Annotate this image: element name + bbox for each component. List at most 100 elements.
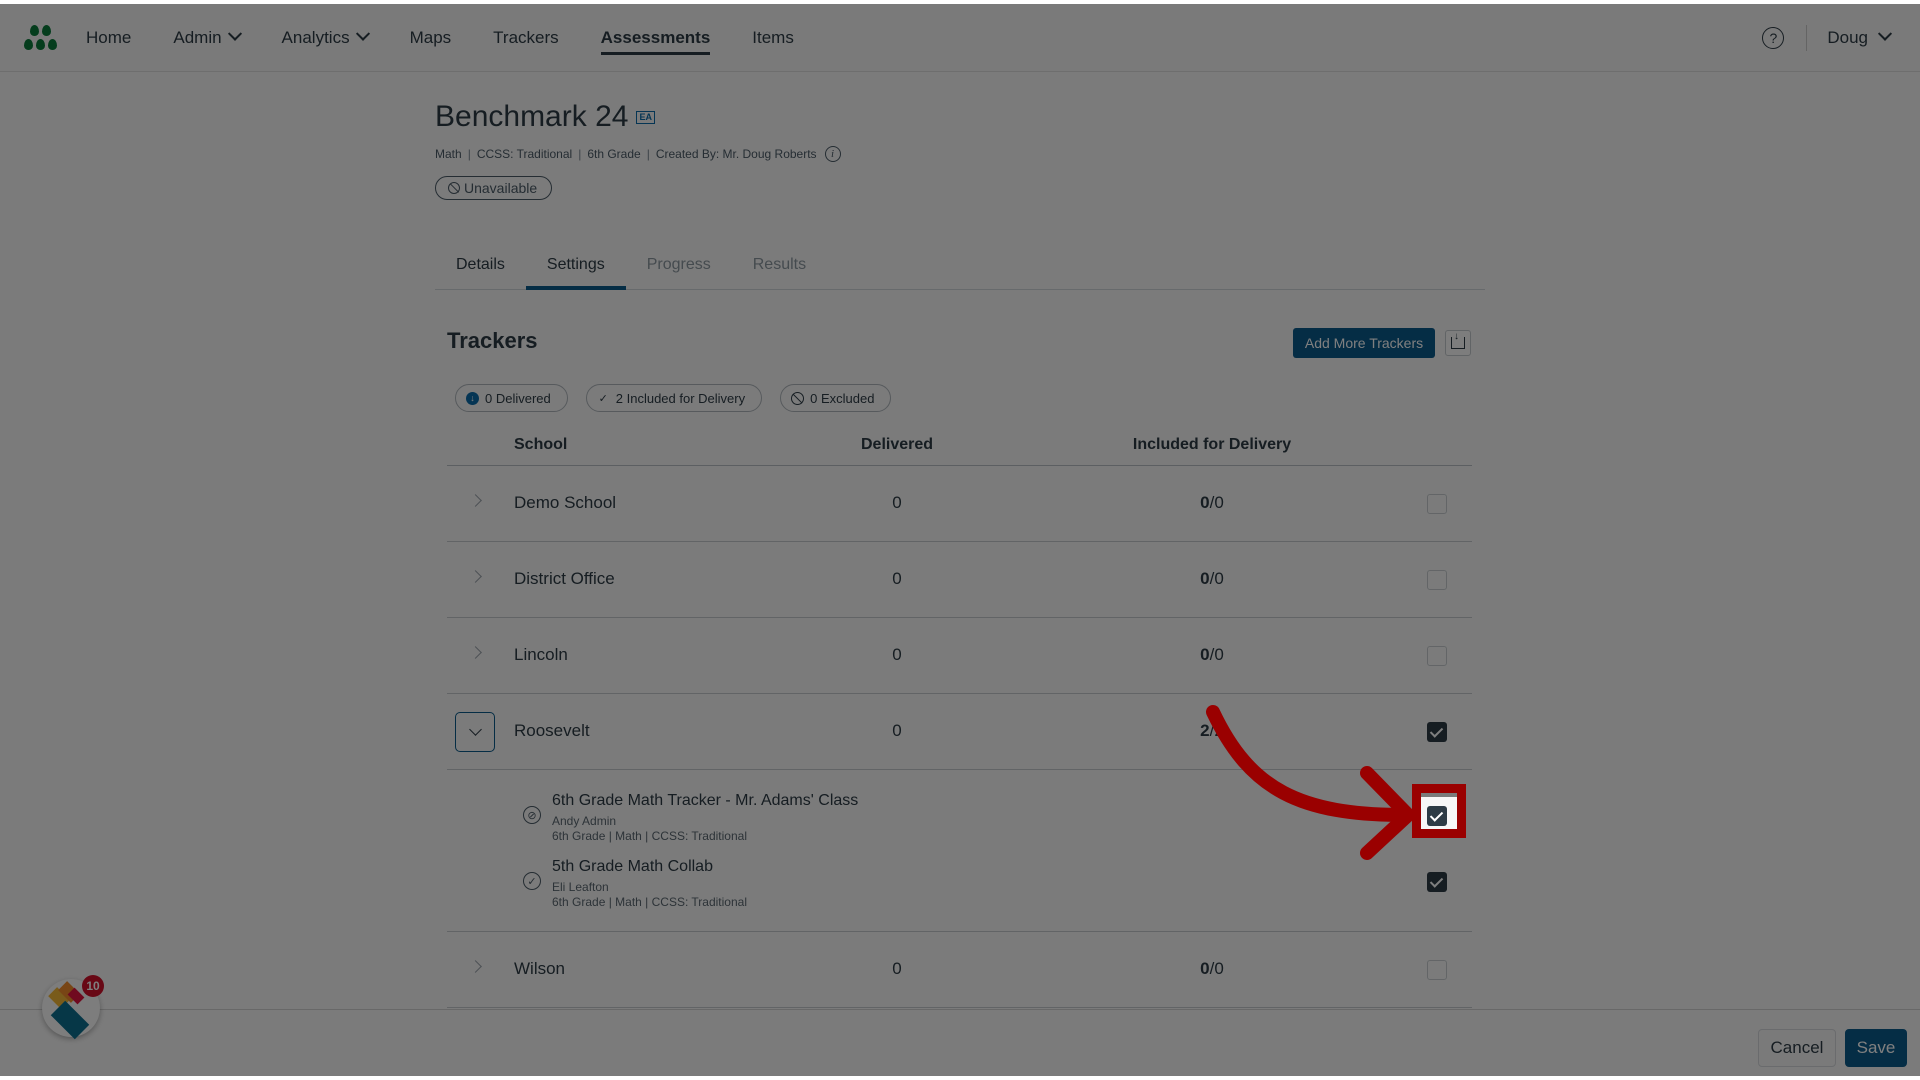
delivered-count: 0 xyxy=(892,959,902,978)
app-frame: Home Admin Analytics Maps Trackers Asses… xyxy=(0,4,1920,1076)
delivered-count: 0 xyxy=(892,645,902,664)
column-school: School xyxy=(514,436,568,453)
included-count: 0 xyxy=(1200,959,1210,978)
collapse-button[interactable] xyxy=(455,712,495,752)
table-row: Demo School 0 0/0 xyxy=(447,466,1472,542)
delivered-count: 0 xyxy=(892,721,902,740)
nav-analytics[interactable]: Analytics xyxy=(281,4,370,71)
tracker-item: ✓ 5th Grade Math Collab Eli Leafton 6th … xyxy=(447,858,1472,924)
include-checkbox[interactable] xyxy=(1427,960,1447,980)
nav-maps[interactable]: Maps xyxy=(410,4,452,71)
tabs: Details Settings Progress Results xyxy=(435,242,1485,290)
ban-icon xyxy=(791,391,805,405)
nav-home[interactable]: Home xyxy=(86,4,131,71)
chevron-right-icon[interactable] xyxy=(469,960,482,973)
widget-logo-shape xyxy=(50,1000,90,1040)
roosevelt-trackers: ⊘ 6th Grade Math Tracker - Mr. Adams' Cl… xyxy=(447,770,1472,932)
trackers-table: School Delivered Included for Delivery D… xyxy=(447,422,1472,1008)
nav-admin-label: Admin xyxy=(173,27,222,47)
column-included: Included for Delivery xyxy=(1132,436,1292,453)
nav-trackers[interactable]: Trackers xyxy=(493,4,559,71)
nav-trackers-label: Trackers xyxy=(493,27,559,47)
help-icon[interactable]: ? xyxy=(1762,26,1785,49)
chevron-down-icon xyxy=(227,26,242,41)
tab-details[interactable]: Details xyxy=(435,242,526,288)
nav-assessments[interactable]: Assessments xyxy=(600,4,711,71)
nav-analytics-label: Analytics xyxy=(281,27,350,47)
nav-items[interactable]: Items xyxy=(752,4,794,71)
user-menu[interactable]: Doug xyxy=(1827,26,1893,48)
include-checkbox[interactable] xyxy=(1427,646,1447,666)
included-total: /0 xyxy=(1209,569,1224,588)
cancel-button[interactable]: Cancel xyxy=(1758,1029,1836,1067)
meta-grade: 6th Grade xyxy=(587,147,641,161)
add-more-trackers-button[interactable]: Add More Trackers xyxy=(1293,328,1435,358)
chevron-down-icon xyxy=(1877,26,1893,41)
filter-label: 2 Included for Delivery xyxy=(615,390,746,406)
school-name: Wilson xyxy=(514,959,566,978)
tracker-item: ⊘ 6th Grade Math Tracker - Mr. Adams' Cl… xyxy=(447,792,1472,858)
notification-badge: 10 xyxy=(82,975,104,997)
meta-separator: | xyxy=(646,147,650,161)
trackers-heading: Trackers xyxy=(447,328,538,353)
include-checkbox[interactable] xyxy=(1427,570,1447,590)
help-widget[interactable]: 10 xyxy=(42,975,104,1040)
filter-label: 0 Delivered xyxy=(485,390,551,406)
filter-excluded[interactable]: 0 Excluded xyxy=(780,384,892,412)
tab-results[interactable]: Results xyxy=(732,242,827,288)
tab-progress[interactable]: Progress xyxy=(626,242,732,288)
tab-settings[interactable]: Settings xyxy=(525,242,626,290)
nav-home-label: Home xyxy=(86,27,132,47)
nav-assessments-label: Assessments xyxy=(600,27,711,47)
included-count: 0 xyxy=(1200,569,1210,588)
info-icon[interactable]: i xyxy=(824,146,841,162)
footer-bar: Cancel Save xyxy=(0,1009,1920,1076)
nav-admin[interactable]: Admin xyxy=(173,4,242,71)
save-button[interactable]: Save xyxy=(1845,1029,1907,1067)
chevron-right-icon[interactable] xyxy=(469,570,482,583)
filter-included[interactable]: ✓ 2 Included for Delivery xyxy=(585,384,763,412)
download-icon xyxy=(1451,331,1465,349)
meta-separator: | xyxy=(578,147,582,161)
top-nav: Home Admin Analytics Maps Trackers Asses… xyxy=(0,4,1920,72)
meta-separator: | xyxy=(467,147,471,161)
include-checkbox[interactable] xyxy=(1427,722,1447,742)
chevron-right-icon[interactable] xyxy=(469,646,482,659)
tracker-include-checkbox[interactable] xyxy=(1427,806,1447,826)
tracker-meta: 6th Grade | Math | CCSS: Traditional xyxy=(552,895,747,909)
include-checkbox[interactable] xyxy=(1427,494,1447,514)
table-row-expanded: Roosevelt 0 2/2 xyxy=(447,694,1472,770)
chevron-right-icon[interactable] xyxy=(469,494,482,507)
status-label: Unavailable xyxy=(464,180,538,196)
page-title: Benchmark 24 xyxy=(435,100,629,133)
table-row: District Office 0 0/0 xyxy=(447,542,1472,618)
meta-creator: Created By: Mr. Doug Roberts xyxy=(655,147,817,161)
tracker-filters: ↓ 0 Delivered ✓ 2 Included for Delivery 0 … xyxy=(455,384,909,412)
ban-icon xyxy=(448,182,460,194)
chevron-down-icon xyxy=(355,26,370,41)
tab-label: Settings xyxy=(546,256,605,273)
check-icon: ✓ xyxy=(598,392,608,405)
table-row: Lincoln 0 0/0 xyxy=(447,618,1472,694)
refresh-check-icon: ✓ xyxy=(523,872,541,890)
tracker-title: 6th Grade Math Tracker - Mr. Adams' Clas… xyxy=(552,792,859,809)
logo-icon[interactable] xyxy=(22,23,66,53)
included-total: /0 xyxy=(1209,645,1224,664)
meta-subject: Math xyxy=(435,147,462,161)
tab-label: Results xyxy=(752,256,807,273)
included-count: 2 xyxy=(1200,721,1210,740)
tracker-include-checkbox[interactable] xyxy=(1427,872,1447,892)
filter-delivered[interactable]: ↓ 0 Delivered xyxy=(455,384,568,412)
tab-label: Progress xyxy=(646,256,711,273)
school-name: Roosevelt xyxy=(514,721,590,740)
school-name: Lincoln xyxy=(514,645,568,664)
school-name: District Office xyxy=(514,569,615,588)
download-button[interactable] xyxy=(1445,330,1471,356)
delivered-count: 0 xyxy=(892,493,902,512)
included-count: 0 xyxy=(1200,645,1210,664)
tracker-owner: Eli Leafton xyxy=(552,880,609,894)
ea-badge: EA xyxy=(636,110,655,124)
delivered-icon: ↓ xyxy=(466,391,479,405)
school-name: Demo School xyxy=(514,493,617,512)
filter-label: 0 Excluded xyxy=(810,390,875,406)
